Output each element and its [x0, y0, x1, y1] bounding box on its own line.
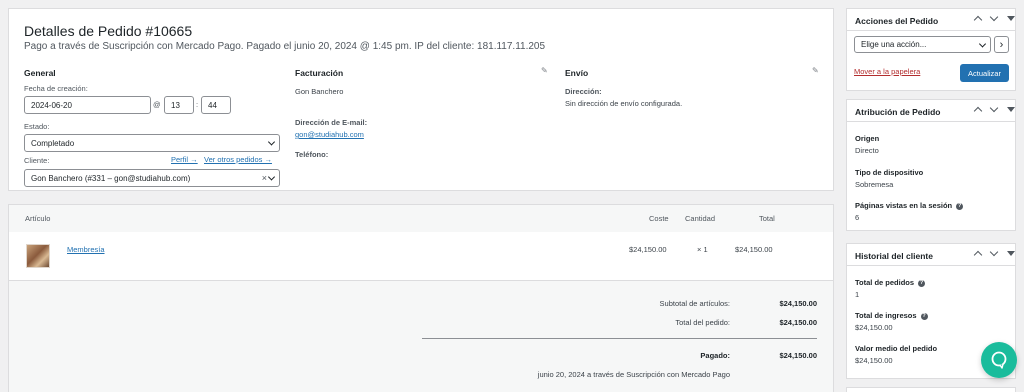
origin-label: Origen — [855, 134, 880, 143]
move-down-icon[interactable] — [990, 106, 998, 114]
order-details-panel: Detalles de Pedido #10665 Pago a través … — [8, 8, 834, 191]
device-label: Tipo de dispositivo — [855, 168, 924, 177]
order-subtitle: Pago a través de Suscripción con Mercado… — [24, 41, 546, 52]
col-cost: Coste — [649, 214, 669, 223]
move-up-icon[interactable] — [974, 106, 982, 114]
help-icon[interactable]: ? — [956, 202, 964, 210]
pages-viewed-label: Páginas vistas en la sesión? — [855, 201, 964, 210]
attribution-header: Atribución de Pedido — [847, 100, 1015, 122]
move-to-trash-link[interactable]: Mover a la papelera — [854, 67, 920, 76]
order-total-label: Total del pedido: — [675, 318, 730, 327]
customer-history-title: Historial del cliente — [855, 251, 933, 261]
clear-icon[interactable]: × — [262, 173, 267, 183]
order-total-value: $24,150.00 — [779, 318, 817, 327]
shipping-heading: Envío — [565, 68, 589, 78]
next-sidebar-box — [846, 387, 1016, 392]
move-down-icon[interactable] — [990, 15, 998, 23]
subtotal-label: Subtotal de artículos: — [659, 299, 730, 308]
status-label: Estado: — [24, 122, 50, 131]
chevron-down-icon — [267, 173, 276, 181]
col-qty: Cantidad — [685, 214, 716, 223]
help-icon[interactable]: ? — [918, 279, 926, 287]
items-header-row: Artículo Coste Cantidad Total — [9, 205, 833, 232]
order-actions-title: Acciones del Pedido — [855, 16, 939, 26]
item-row: Membresía $24,150.00 × 1 $24,150.00 — [9, 232, 833, 281]
customer-history-header: Historial del cliente — [847, 244, 1015, 266]
subtotal-value: $24,150.00 — [779, 299, 817, 308]
item-qty: × 1 — [697, 245, 708, 254]
minute-input[interactable]: 44 — [201, 96, 231, 114]
customer-label: Cliente: — [24, 156, 50, 165]
paid-note: junio 20, 2024 a través de Suscripción c… — [537, 370, 730, 379]
totals-divider — [422, 338, 817, 339]
device-value: Sobremesa — [855, 180, 894, 189]
product-link[interactable]: Membresía — [67, 245, 105, 254]
item-total: $24,150.00 — [735, 245, 773, 254]
paid-label: Pagado: — [700, 351, 730, 360]
apply-action-button[interactable]: › — [994, 36, 1009, 53]
at-symbol: @ — [153, 100, 161, 109]
shipping-address-label: Dirección: — [565, 87, 602, 96]
general-heading: General — [24, 68, 56, 78]
paid-value: $24,150.00 — [779, 351, 817, 360]
billing-email-label: Dirección de E-mail: — [295, 118, 368, 127]
total-orders-value: 1 — [855, 290, 860, 299]
billing-heading: Facturación — [295, 68, 344, 78]
other-orders-link[interactable]: Ver otros pedidos → — [204, 155, 272, 164]
total-orders-label: Total de pedidos? — [855, 278, 926, 287]
pages-viewed-value: 6 — [855, 213, 860, 222]
item-cost: $24,150.00 — [629, 245, 667, 254]
origin-value: Directo — [855, 146, 879, 155]
toggle-panel-icon[interactable] — [1006, 15, 1015, 23]
average-order-value: $24,150.00 — [855, 356, 893, 365]
move-up-icon[interactable] — [974, 15, 982, 23]
toggle-panel-icon[interactable] — [1006, 250, 1015, 258]
col-item: Artículo — [25, 214, 51, 223]
average-order-label: Valor medio del pedido — [855, 344, 938, 353]
time-colon: : — [196, 100, 199, 109]
order-actions-header: Acciones del Pedido — [847, 9, 1015, 31]
billing-phone-label: Teléfono: — [295, 150, 329, 159]
customer-select[interactable]: Gon Banchero (#331 – gon@studiahub.com) … — [24, 169, 280, 187]
billing-email-link[interactable]: gon@studiahub.com — [295, 130, 364, 139]
order-items-panel: Artículo Coste Cantidad Total Membresía … — [8, 204, 834, 392]
order-attribution-box: Atribución de Pedido Origen Directo Tipo… — [846, 99, 1016, 231]
product-thumbnail — [26, 244, 50, 268]
order-action-select[interactable]: Elige una acción... — [854, 36, 991, 53]
date-label: Fecha de creación: — [24, 84, 88, 93]
attribution-title: Atribución de Pedido — [855, 107, 941, 117]
toggle-panel-icon[interactable] — [1006, 106, 1015, 114]
chevron-down-icon — [267, 138, 276, 146]
order-actions-box: Acciones del Pedido Elige una acción... … — [846, 8, 1016, 91]
move-up-icon[interactable] — [974, 250, 982, 258]
profile-link[interactable]: Perfil → — [171, 155, 198, 164]
billing-name: Gon Banchero — [295, 87, 344, 96]
edit-billing-icon[interactable]: ✎ — [541, 66, 549, 75]
total-revenue-label: Total de ingresos? — [855, 311, 928, 320]
chevron-down-icon — [978, 39, 987, 48]
date-input[interactable]: 2024-06-20 — [24, 96, 151, 114]
status-select[interactable]: Completado — [24, 134, 280, 152]
chat-bubble-icon — [991, 351, 1007, 369]
col-total: Total — [759, 214, 775, 223]
hour-input[interactable]: 13 — [164, 96, 194, 114]
move-down-icon[interactable] — [990, 250, 998, 258]
help-icon[interactable]: ? — [920, 312, 928, 320]
chat-support-button[interactable] — [981, 342, 1017, 378]
edit-shipping-icon[interactable]: ✎ — [812, 66, 820, 75]
update-button[interactable]: Actualizar — [960, 64, 1009, 82]
shipping-address-value: Sin dirección de envío configurada. — [565, 99, 683, 108]
total-revenue-value: $24,150.00 — [855, 323, 893, 332]
page-title: Detalles de Pedido #10665 — [24, 23, 193, 39]
